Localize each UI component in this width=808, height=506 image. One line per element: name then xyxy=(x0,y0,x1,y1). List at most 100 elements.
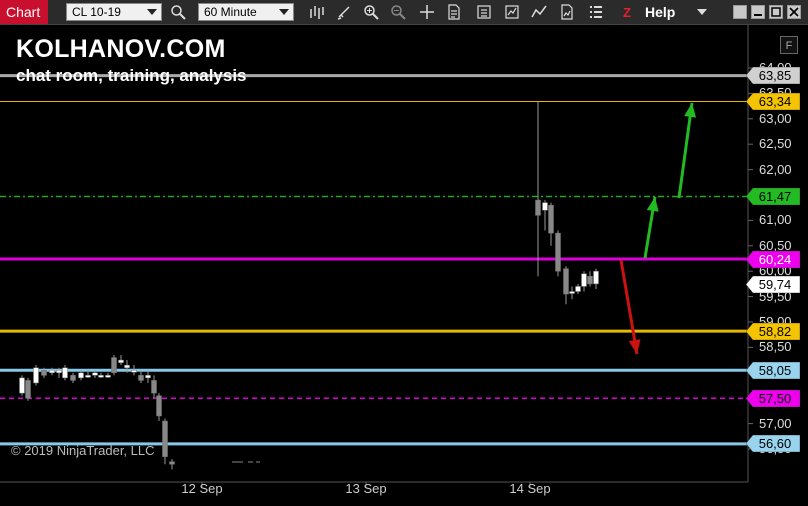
candle-body xyxy=(587,276,593,285)
instrument-value: CL 10-19 xyxy=(72,5,121,19)
time-axis-label: 12 Sep xyxy=(181,481,223,496)
svg-text:Z: Z xyxy=(623,5,631,20)
price-tag-label: 63,85 xyxy=(758,68,792,84)
candle-body xyxy=(70,375,76,381)
candle-body xyxy=(542,202,548,211)
pencil-icon[interactable] xyxy=(336,4,352,20)
data-box-icon[interactable] xyxy=(446,4,462,20)
price-axis-label: 63,00 xyxy=(759,110,792,126)
close-button[interactable] xyxy=(787,5,801,19)
strategies-icon[interactable] xyxy=(559,4,575,20)
price-axis-label: 62,50 xyxy=(759,136,792,152)
candle-body xyxy=(85,375,91,378)
candle-body xyxy=(169,461,175,465)
trend-arrow-line xyxy=(619,259,639,355)
crosshair-icon[interactable] xyxy=(419,4,435,20)
price-tag: 59,74 xyxy=(746,275,800,293)
candle-body xyxy=(555,232,561,272)
trend-arrow-line xyxy=(677,102,694,199)
chart-panel[interactable] xyxy=(0,25,808,506)
price-tag-label: 63,34 xyxy=(758,94,792,110)
candle-body xyxy=(56,370,62,374)
price-tag: 60,24 xyxy=(746,250,800,268)
price-axis-label: 58,50 xyxy=(759,339,792,355)
candle-body xyxy=(78,372,84,379)
instrument-selector[interactable]: CL 10-19 xyxy=(66,3,162,21)
zoom-out-icon[interactable] xyxy=(390,4,406,20)
price-axis-label: 57,00 xyxy=(759,415,792,431)
candle-body xyxy=(41,370,47,376)
candle-body xyxy=(25,380,31,399)
price-tag-label: 58,82 xyxy=(758,323,792,339)
restore-window-button[interactable] xyxy=(733,5,747,19)
candle-body xyxy=(19,377,25,394)
candle-body xyxy=(33,367,39,384)
price-tag: 57,50 xyxy=(746,389,800,407)
candle-body xyxy=(98,375,104,378)
candle-body xyxy=(535,199,541,216)
price-tag-label: 61,47 xyxy=(758,189,792,205)
minimize-button[interactable] xyxy=(751,5,765,19)
time-axis-label: 14 Sep xyxy=(509,481,551,496)
interval-value: 60 Minute xyxy=(204,5,257,19)
price-tag-label: 58,05 xyxy=(758,362,792,378)
price-tag: 61,47 xyxy=(746,188,800,206)
price-tag: 63,34 xyxy=(746,93,800,111)
candle-body xyxy=(131,370,137,373)
price-axis-label: 61,00 xyxy=(759,212,792,228)
chart-window: Chart CL 10-19 60 Minute Z Help KOLHANOV… xyxy=(0,0,808,506)
f-button[interactable]: F xyxy=(780,36,798,54)
arrow-head-icon xyxy=(684,103,697,118)
price-tag: 58,05 xyxy=(746,361,800,379)
candle-body xyxy=(124,364,130,368)
candle-body xyxy=(145,375,151,379)
price-tag: 56,60 xyxy=(746,435,800,453)
chevron-down-icon[interactable] xyxy=(697,9,707,15)
indicators-icon[interactable] xyxy=(531,4,547,20)
price-tag-label: 56,60 xyxy=(758,436,792,452)
interval-selector[interactable]: 60 Minute xyxy=(198,3,294,21)
arrow-head-icon xyxy=(646,197,659,212)
candle-body xyxy=(92,372,98,376)
list-icon[interactable] xyxy=(588,4,604,20)
price-axis-label: 62,00 xyxy=(759,161,792,177)
brand-subtitle: chat room, training, analysis xyxy=(16,66,247,85)
maximize-button[interactable] xyxy=(769,5,783,19)
arrow-head-icon xyxy=(628,339,641,354)
candle-body xyxy=(138,375,144,381)
candle-body xyxy=(593,270,599,285)
chart-style-icon[interactable] xyxy=(504,4,520,20)
chart-tab[interactable]: Chart xyxy=(0,0,48,24)
candle-body xyxy=(156,395,162,417)
price-chart[interactable] xyxy=(0,25,808,506)
candle-body xyxy=(162,420,168,457)
price-tag: 58,82 xyxy=(746,322,800,340)
time-axis-label: 13 Sep xyxy=(345,481,387,496)
candle-body xyxy=(581,273,587,287)
candle-body xyxy=(151,380,157,394)
candle-body xyxy=(118,359,124,363)
trade-icon[interactable]: Z xyxy=(620,4,636,20)
chevron-down-icon xyxy=(279,9,289,15)
candle-body xyxy=(62,367,68,379)
zoom-in-icon[interactable] xyxy=(363,4,379,20)
candle-body xyxy=(548,204,554,234)
properties-icon[interactable] xyxy=(476,4,492,20)
candle-body xyxy=(575,286,581,292)
price-tag: 63,85 xyxy=(746,67,800,85)
candle-body xyxy=(569,291,575,294)
candle-body xyxy=(111,357,117,374)
candle-body xyxy=(105,375,111,378)
chart-toolbar: Chart CL 10-19 60 Minute Z Help xyxy=(0,0,808,25)
brand-title: KOLHANOV.COM xyxy=(16,35,226,63)
chevron-down-icon xyxy=(147,9,157,15)
help-menu[interactable]: Help xyxy=(645,3,675,21)
copyright-text: © 2019 NinjaTrader, LLC xyxy=(11,443,155,458)
candle-body xyxy=(563,268,569,295)
price-tag-label: 57,50 xyxy=(758,390,792,406)
candle-body xyxy=(49,370,55,374)
price-tag-label: 59,74 xyxy=(758,276,792,292)
search-icon[interactable] xyxy=(170,4,186,20)
bar-type-icon[interactable] xyxy=(309,4,325,20)
price-tag-label: 60,24 xyxy=(758,251,792,267)
